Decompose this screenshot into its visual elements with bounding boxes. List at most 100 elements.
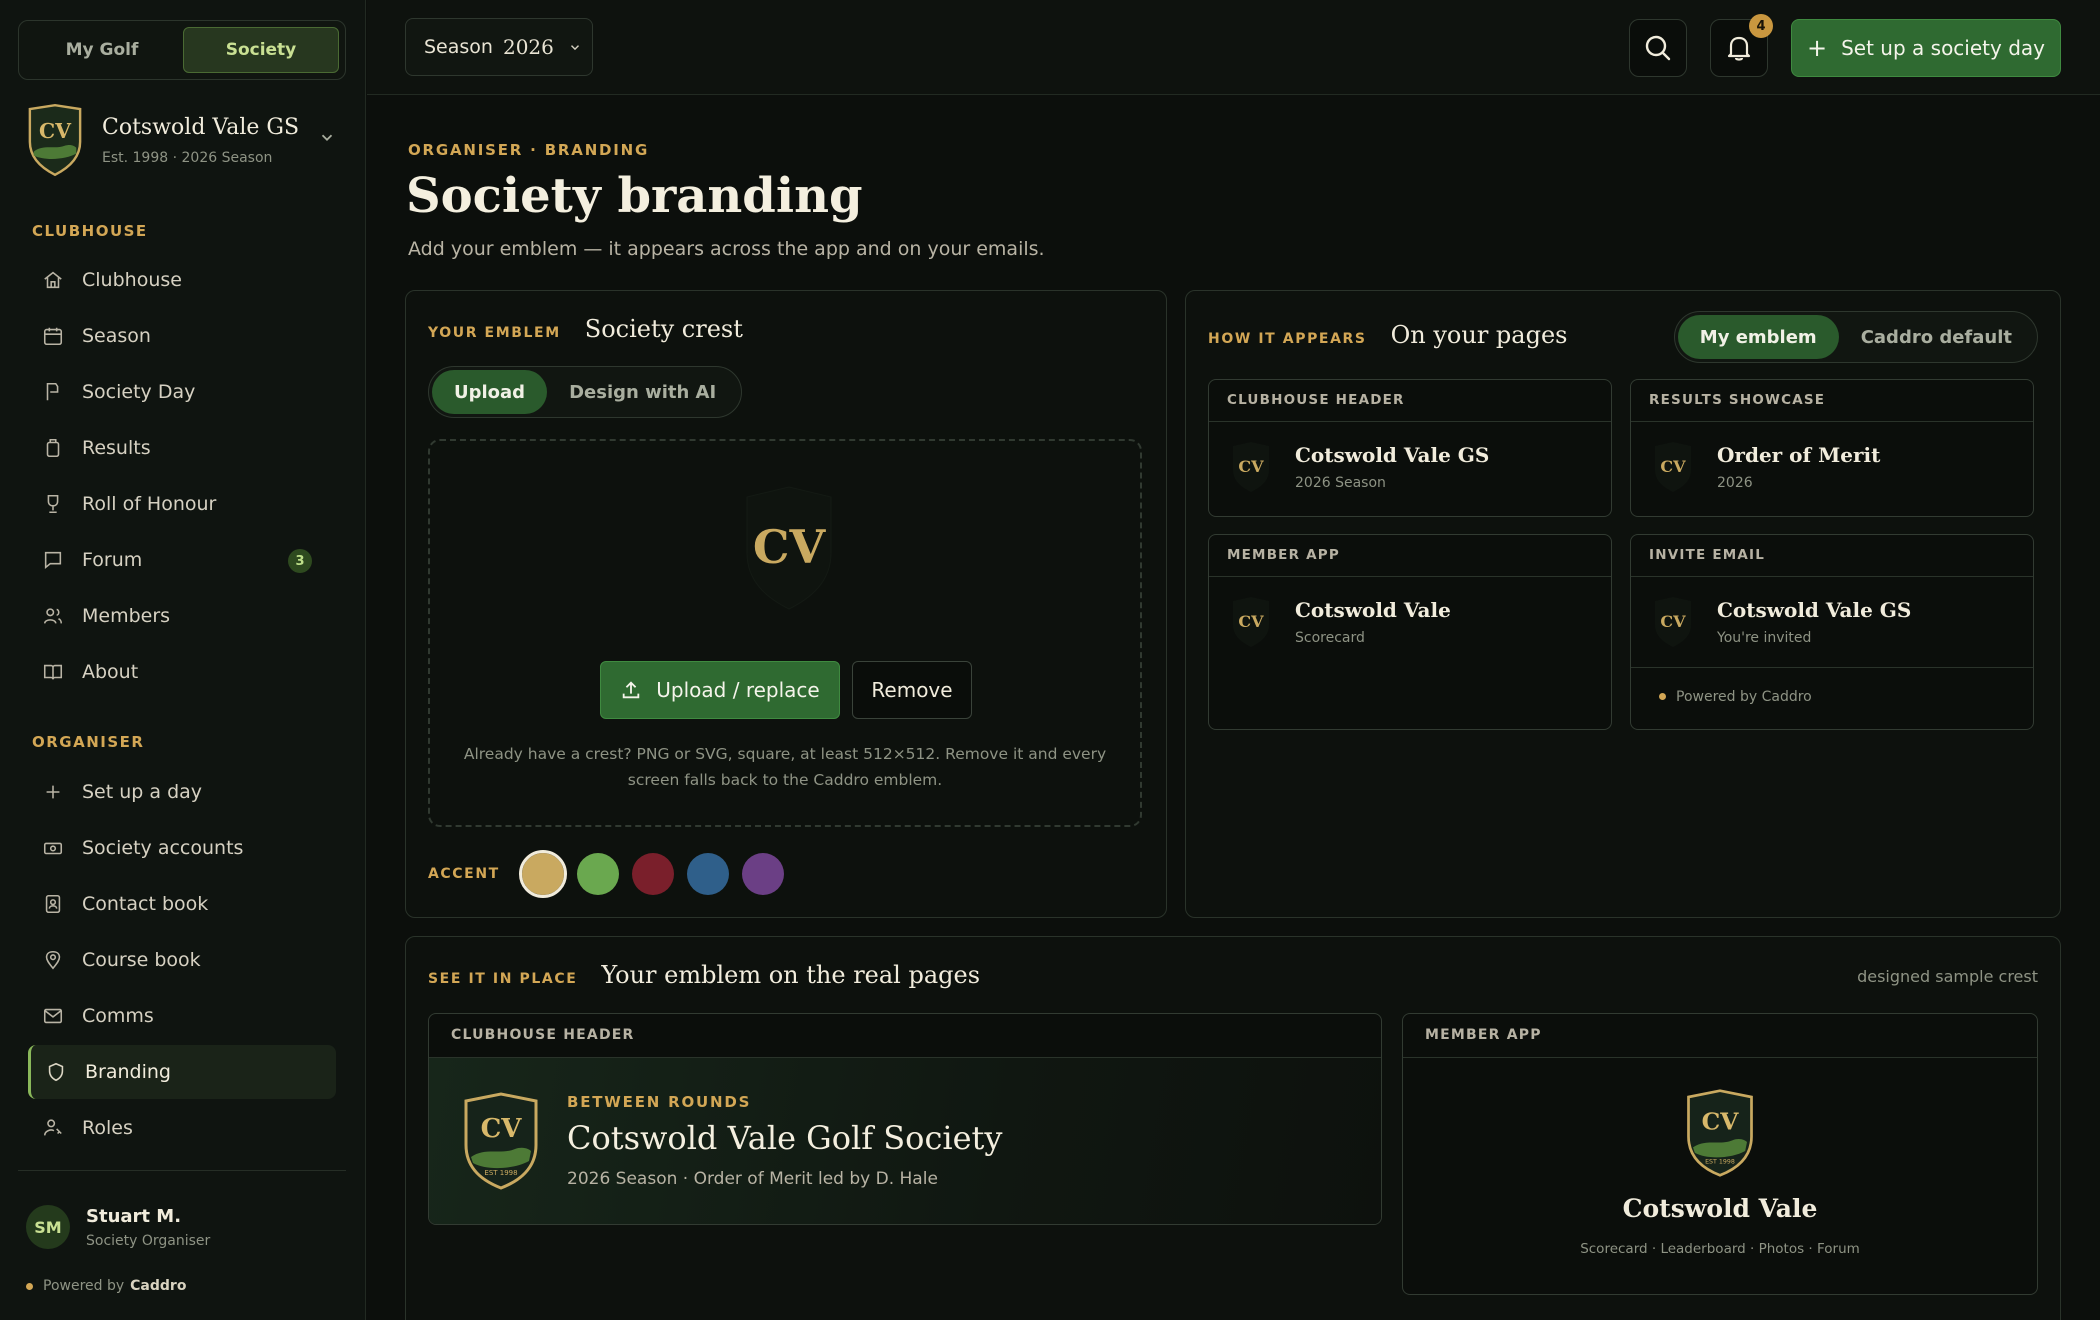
card-subtitle: Scorecard	[1295, 630, 1365, 646]
sidebar-item-label: Results	[82, 437, 151, 459]
sidebar-item-about[interactable]: About	[28, 645, 336, 699]
powered-by-brand: Caddro	[130, 1278, 187, 1294]
sidebar-item-roll-of-honour[interactable]: Roll of Honour	[28, 477, 336, 531]
mode-tab-society[interactable]: Society	[183, 27, 339, 73]
sidebar-item-label: Course book	[82, 949, 201, 971]
sidebar-item-roles[interactable]: Roles	[28, 1101, 336, 1155]
sidebar-item-label: Roles	[82, 1117, 133, 1139]
preview-card-clubhouse-header: CLUBHOUSE HEADER CV Cotswold Vale GS 202…	[1208, 379, 1612, 517]
toggle-caddro-default[interactable]: Caddro default	[1839, 315, 2034, 359]
sidebar-item-forum[interactable]: Forum 3	[28, 533, 336, 587]
season-select[interactable]: Season 2026	[405, 18, 593, 76]
svg-text:CV: CV	[481, 1114, 523, 1144]
card-label: CLUBHOUSE HEADER	[429, 1014, 1381, 1058]
card-label: MEMBER APP	[1209, 535, 1611, 577]
sidebar-item-label: Clubhouse	[82, 269, 182, 291]
preview-card-invite-email: INVITE EMAIL CV Cotswold Vale GS You're …	[1630, 534, 2034, 730]
card-subtitle: 2026 Season	[1295, 475, 1386, 491]
accent-label: ACCENT	[428, 866, 500, 882]
sidebar-item-society-accounts[interactable]: Society accounts	[28, 821, 336, 875]
sidebar-item-label: Society Day	[82, 381, 196, 403]
remove-button[interactable]: Remove	[852, 661, 972, 719]
panel-heading: On your pages	[1390, 321, 1568, 349]
crest-preview: CV	[746, 486, 832, 610]
panel-heading: Society crest	[584, 315, 743, 343]
page-title: Society branding	[406, 168, 863, 224]
clipboard-icon	[46, 438, 60, 458]
notifications-button[interactable]: 4	[1710, 14, 1773, 77]
svg-text:EST 1998: EST 1998	[1705, 1159, 1735, 1166]
svg-text:CV: CV	[1702, 1107, 1740, 1135]
chevron-down-icon	[570, 45, 579, 51]
home-icon	[44, 271, 62, 289]
mode-tab-my-golf[interactable]: My Golf	[25, 27, 179, 73]
accent-swatch-green[interactable]	[576, 853, 619, 895]
app-nav-summary: Scorecard · Leaderboard · Photos · Forum	[1580, 1241, 1860, 1257]
sidebar-item-label: About	[82, 661, 139, 683]
svg-text:CV: CV	[1660, 457, 1686, 476]
svg-text:CV: CV	[753, 520, 827, 574]
sample-note: designed sample crest	[1857, 967, 2038, 986]
dot-icon	[1659, 693, 1666, 700]
search-button[interactable]	[1629, 19, 1687, 77]
season-year: 2026	[502, 35, 554, 59]
accent-swatch-gold[interactable]	[518, 850, 567, 898]
sidebar-item-label: Forum	[82, 549, 143, 571]
svg-text:CV: CV	[1238, 457, 1264, 476]
society-crest-icon: CV	[28, 103, 82, 177]
sidebar-item-contact-book[interactable]: Contact book	[28, 877, 336, 931]
sidebar-item-society-day[interactable]: Society Day	[28, 365, 336, 419]
sidebar-item-members[interactable]: Members	[28, 589, 336, 643]
sidebar-item-label: Contact book	[82, 893, 209, 915]
accent-swatch-blue[interactable]	[686, 853, 729, 895]
top-bar: Season 2026 4 + Set up a society day	[367, 0, 2100, 95]
toggle-my-emblem[interactable]: My emblem	[1677, 315, 1839, 359]
mode-toggle: My Golf Society	[18, 20, 346, 80]
powered-by-text: Powered by	[43, 1278, 125, 1294]
mail-icon	[43, 1008, 63, 1024]
society-switcher[interactable]: CV Cotswold Vale GS Est. 1998 · 2026 Sea…	[26, 100, 346, 180]
society-subtitle: Est. 1998 · 2026 Season	[102, 149, 273, 166]
clubhouse-header-preview: CLUBHOUSE HEADER CV EST 1998 BETWEEN ROU…	[428, 1013, 1382, 1225]
card-subtitle: 2026	[1717, 475, 1753, 491]
sidebar-item-season[interactable]: Season	[28, 309, 336, 363]
svg-text:CV: CV	[1238, 612, 1264, 631]
tab-design-with-ai[interactable]: Design with AI	[547, 370, 738, 414]
mini-crest-icon: CV	[1233, 597, 1269, 647]
sidebar-item-clubhouse[interactable]: Clubhouse	[28, 253, 336, 307]
panel-heading: Your emblem on the real pages	[601, 961, 981, 989]
sidebar-item-course-book[interactable]: Course book	[28, 933, 336, 987]
button-label: Set up a society day	[1841, 36, 2045, 60]
calendar-icon	[43, 327, 63, 346]
preview-card-results-showcase: RESULTS SHOWCASE CV Order of Merit 2026	[1630, 379, 2034, 517]
app-title: Cotswold Vale	[1622, 1194, 1818, 1223]
tab-upload[interactable]: Upload	[432, 370, 548, 414]
sidebar-item-branding[interactable]: Branding	[28, 1045, 336, 1099]
accent-picker: ACCENT	[428, 850, 797, 898]
card-label: INVITE EMAIL	[1631, 535, 2033, 577]
upload-replace-button[interactable]: Upload / replace	[600, 661, 840, 719]
money-icon	[43, 842, 63, 855]
sidebar-item-comms[interactable]: Comms	[28, 989, 336, 1043]
sidebar-item-set-up-a-day[interactable]: Set up a day	[28, 765, 336, 819]
accent-swatch-claret[interactable]	[631, 853, 674, 895]
accent-swatch-purple[interactable]	[741, 853, 784, 895]
mini-crest-icon: CV	[1655, 442, 1691, 492]
sidebar-item-label: Set up a day	[82, 781, 203, 803]
avatar: SM	[26, 1205, 70, 1249]
emblem-source-toggle: My emblem Caddro default	[1673, 311, 2038, 363]
notification-count-badge: 4	[1749, 14, 1773, 38]
set-up-society-day-button[interactable]: + Set up a society day	[1791, 19, 2061, 77]
emblem-dropzone[interactable]: CV Upload / replace Remove Already have …	[428, 439, 1142, 827]
card-title: Order of Merit	[1717, 443, 1881, 467]
shield-icon	[48, 1062, 64, 1082]
powered-by: Powered by Caddro	[26, 1278, 186, 1294]
sidebar-item-label: Comms	[82, 1005, 154, 1027]
emblem-panel: YOUR EMBLEM Society crest Upload Design …	[405, 290, 1167, 918]
user-card[interactable]: SM Stuart M. Society Organiser	[26, 1205, 210, 1249]
season-label: Season	[424, 36, 493, 58]
chat-icon	[44, 551, 62, 569]
sidebar-divider	[18, 1170, 346, 1171]
sidebar-item-results[interactable]: Results	[28, 421, 336, 475]
sidebar: My Golf Society CV Cotswold Vale GS Est.…	[0, 0, 366, 1320]
